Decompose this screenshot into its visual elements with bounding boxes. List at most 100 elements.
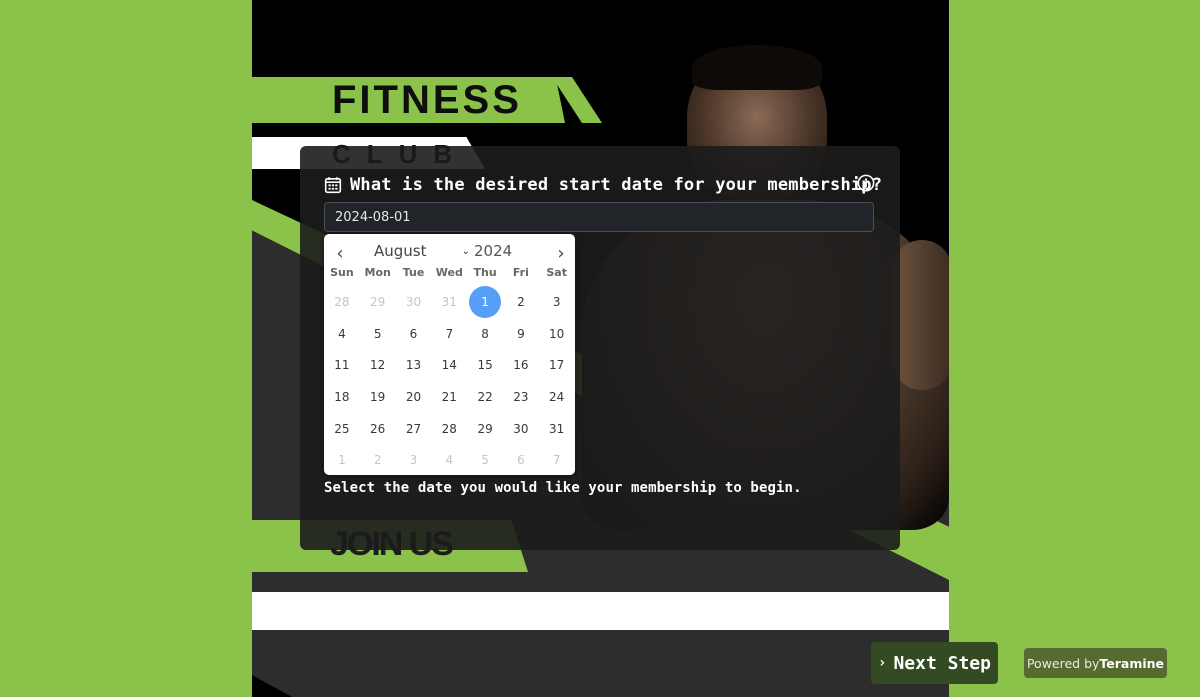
question-heading: What is the desired start date for your … — [324, 172, 884, 198]
next-step-button[interactable]: › Next Step — [871, 642, 998, 684]
day-number: 28 — [441, 421, 457, 436]
day-number: 26 — [370, 421, 386, 436]
day-grid: 28 29 30 31 1 2 3 4 5 6 7 8 9 10 11 12 13 14 15 16 17 18 19 20 2… — [324, 285, 575, 476]
day-cell[interactable]: 5 — [467, 444, 503, 476]
month-select[interactable]: August ⌄ — [374, 240, 470, 262]
day-cell[interactable]: 25 — [324, 413, 360, 445]
day-cell[interactable]: 13 — [396, 349, 432, 381]
day-cell[interactable]: 28 — [431, 413, 467, 445]
next-step-label: Next Step — [893, 652, 991, 674]
day-number: 8 — [481, 326, 489, 341]
day-cell[interactable]: 3 — [396, 444, 432, 476]
day-number: 24 — [549, 389, 565, 404]
start-date-input[interactable] — [324, 202, 874, 232]
day-cell[interactable]: 8 — [467, 318, 503, 350]
day-cell[interactable]: 30 — [396, 286, 432, 318]
day-cell[interactable]: 23 — [503, 381, 539, 413]
day-cell[interactable]: 21 — [431, 381, 467, 413]
day-number: 10 — [549, 326, 565, 341]
day-number: 5 — [373, 326, 382, 341]
white-band — [252, 592, 949, 631]
day-number: 29 — [477, 421, 493, 436]
day-cell[interactable]: 17 — [539, 349, 575, 381]
help-text: Select the date you would like your memb… — [324, 480, 802, 496]
day-number: 3 — [409, 453, 418, 468]
day-cell[interactable]: 6 — [396, 318, 432, 350]
day-number: 14 — [441, 358, 457, 373]
day-cell[interactable]: 20 — [396, 381, 432, 413]
calendar-icon — [324, 177, 342, 194]
day-number: 31 — [549, 421, 565, 436]
weekday-label: Fri — [512, 266, 529, 279]
day-cell[interactable]: 10 — [539, 318, 575, 350]
day-number: 5 — [481, 453, 489, 468]
day-number: 4 — [338, 326, 346, 341]
day-number: 2 — [517, 294, 525, 309]
next-month-button[interactable]: › — [551, 244, 571, 264]
day-cell[interactable]: 15 — [467, 349, 503, 381]
day-number: 15 — [477, 358, 493, 373]
day-number: 7 — [552, 453, 561, 468]
day-cell[interactable]: 7 — [539, 444, 575, 476]
day-cell[interactable]: 29 — [467, 413, 503, 445]
day-cell-selected[interactable]: 1 — [467, 285, 503, 318]
weekday-label: Tue — [402, 266, 425, 279]
day-cell[interactable]: 9 — [503, 318, 539, 350]
datepicker-popup: ‹ August ⌄ 2024 › Sun Mon Tue Wed Thu Fri Sat … — [324, 234, 575, 475]
day-number: 11 — [334, 358, 350, 373]
day-cell[interactable]: 27 — [396, 413, 432, 445]
day-cell[interactable]: 28 — [324, 286, 360, 318]
day-number: 21 — [441, 389, 457, 404]
day-number: 30 — [513, 421, 529, 436]
month-label: August — [374, 242, 427, 260]
day-number: 28 — [334, 294, 350, 309]
day-cell[interactable]: 18 — [324, 381, 360, 413]
day-number: 7 — [445, 326, 454, 341]
day-cell[interactable]: 26 — [360, 413, 396, 445]
info-circle-icon[interactable] — [857, 174, 875, 192]
weekday-header: Sun Mon Tue Wed Thu Fri Sat — [324, 266, 575, 280]
prev-month-button[interactable]: ‹ — [330, 244, 350, 264]
day-cell[interactable]: 4 — [324, 318, 360, 350]
day-cell[interactable]: 14 — [431, 349, 467, 381]
weekday-label: Thu — [473, 266, 497, 279]
poster-title: FITNESS — [332, 78, 522, 122]
day-cell[interactable]: 3 — [539, 286, 575, 318]
day-cell[interactable]: 1 — [324, 444, 360, 476]
weekday-label: Wed — [435, 266, 463, 279]
day-cell[interactable]: 11 — [324, 349, 360, 381]
weekday-label: Sun — [330, 266, 354, 279]
day-cell[interactable]: 2 — [503, 286, 539, 318]
day-number: 16 — [513, 358, 529, 373]
day-cell[interactable]: 22 — [467, 381, 503, 413]
day-number: 2 — [373, 453, 382, 468]
day-cell[interactable]: 5 — [360, 318, 396, 350]
day-number: 9 — [517, 326, 525, 341]
day-cell[interactable]: 7 — [431, 318, 467, 350]
day-cell[interactable]: 24 — [539, 381, 575, 413]
day-cell[interactable]: 29 — [360, 286, 396, 318]
year-input[interactable]: 2024 — [474, 240, 512, 262]
powered-by-badge[interactable]: Powered by Teramine — [1024, 648, 1167, 678]
day-cell[interactable]: 4 — [431, 444, 467, 476]
day-number: 27 — [405, 421, 422, 436]
day-cell[interactable]: 31 — [539, 413, 575, 445]
day-number: 22 — [477, 389, 493, 404]
day-number: 31 — [441, 294, 457, 309]
day-cell[interactable]: 19 — [360, 381, 396, 413]
day-number: 30 — [405, 294, 422, 309]
day-number: 6 — [409, 326, 418, 341]
powered-brand: Teramine — [1099, 655, 1165, 671]
day-cell[interactable]: 31 — [431, 286, 467, 318]
day-number: 6 — [517, 453, 525, 468]
day-number: 1 — [469, 285, 502, 318]
day-number: 20 — [405, 389, 422, 404]
day-cell[interactable]: 30 — [503, 413, 539, 445]
day-number: 12 — [370, 358, 386, 373]
day-cell[interactable]: 2 — [360, 444, 396, 476]
chevron-down-icon: ⌄ — [461, 245, 470, 257]
day-cell[interactable]: 12 — [360, 349, 396, 381]
day-cell[interactable]: 16 — [503, 349, 539, 381]
day-cell[interactable]: 6 — [503, 444, 539, 476]
bottom-dark-band — [252, 630, 949, 697]
